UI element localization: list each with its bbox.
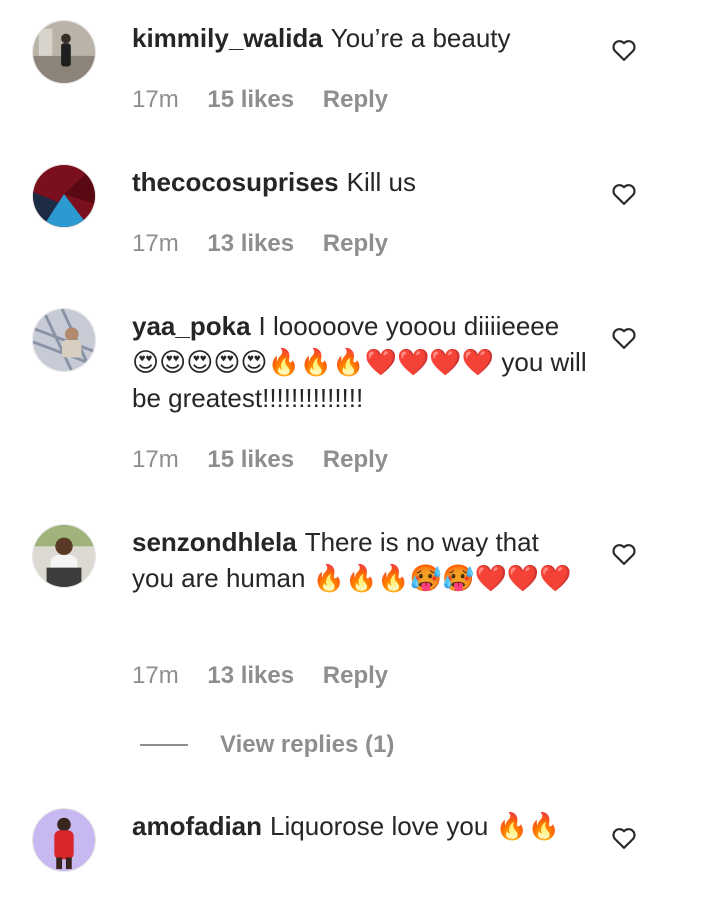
- comment-meta: 17m 15 likes Reply: [132, 445, 388, 475]
- comment-body: thecocosuprises Kill us: [132, 164, 587, 200]
- reply-button[interactable]: Reply: [323, 230, 388, 257]
- comment-username[interactable]: yaa_poka: [132, 311, 251, 341]
- comment-time: 17m: [132, 230, 179, 257]
- comment-username[interactable]: amofadian: [132, 811, 262, 841]
- like-heart-icon[interactable]: [610, 324, 638, 352]
- comment-time: 17m: [132, 662, 179, 689]
- comment-meta: 17m 15 likes Reply: [132, 85, 388, 115]
- comment-time: 17m: [132, 86, 179, 113]
- comment-time: 17m: [132, 446, 179, 473]
- like-heart-icon[interactable]: [610, 540, 638, 568]
- comment-meta: 17m 13 likes Reply: [132, 229, 388, 259]
- comment-text: Liquorose love you 🔥🔥: [270, 811, 561, 841]
- comment-body: amofadian Liquorose love you 🔥🔥: [132, 808, 587, 844]
- comment-body: kimmily_walida You’re a beauty: [132, 20, 587, 56]
- like-heart-icon[interactable]: [610, 180, 638, 208]
- reply-button[interactable]: Reply: [323, 662, 388, 689]
- comment-body: senzondhlela There is no way that you are…: [132, 524, 587, 596]
- avatar[interactable]: [32, 524, 96, 588]
- comment-text: You’re a beauty: [330, 23, 511, 53]
- view-replies[interactable]: View replies (1): [140, 728, 540, 762]
- reply-button[interactable]: Reply: [323, 446, 388, 473]
- avatar[interactable]: [32, 808, 96, 872]
- likes-count[interactable]: 15 likes: [207, 446, 294, 473]
- reply-button[interactable]: Reply: [323, 86, 388, 113]
- likes-count[interactable]: 13 likes: [207, 662, 294, 689]
- like-heart-icon[interactable]: [610, 824, 638, 852]
- comment-username[interactable]: kimmily_walida: [132, 23, 323, 53]
- likes-count[interactable]: 15 likes: [207, 86, 294, 113]
- view-replies-button[interactable]: View replies (1): [220, 728, 394, 762]
- avatar[interactable]: [32, 20, 96, 84]
- comment-body: yaa_poka I looooove yooou diiiieeee 😍😍😍😍😍…: [132, 308, 587, 416]
- avatar[interactable]: [32, 164, 96, 228]
- comment-username[interactable]: senzondhlela: [132, 527, 297, 557]
- avatar[interactable]: [32, 308, 96, 372]
- like-heart-icon[interactable]: [610, 36, 638, 64]
- comment-username[interactable]: thecocosuprises: [132, 167, 339, 197]
- likes-count[interactable]: 13 likes: [207, 230, 294, 257]
- comment-text: Kill us: [346, 167, 416, 197]
- comment-meta: 17m 13 likes Reply: [132, 661, 388, 691]
- replies-divider-line: [140, 744, 188, 746]
